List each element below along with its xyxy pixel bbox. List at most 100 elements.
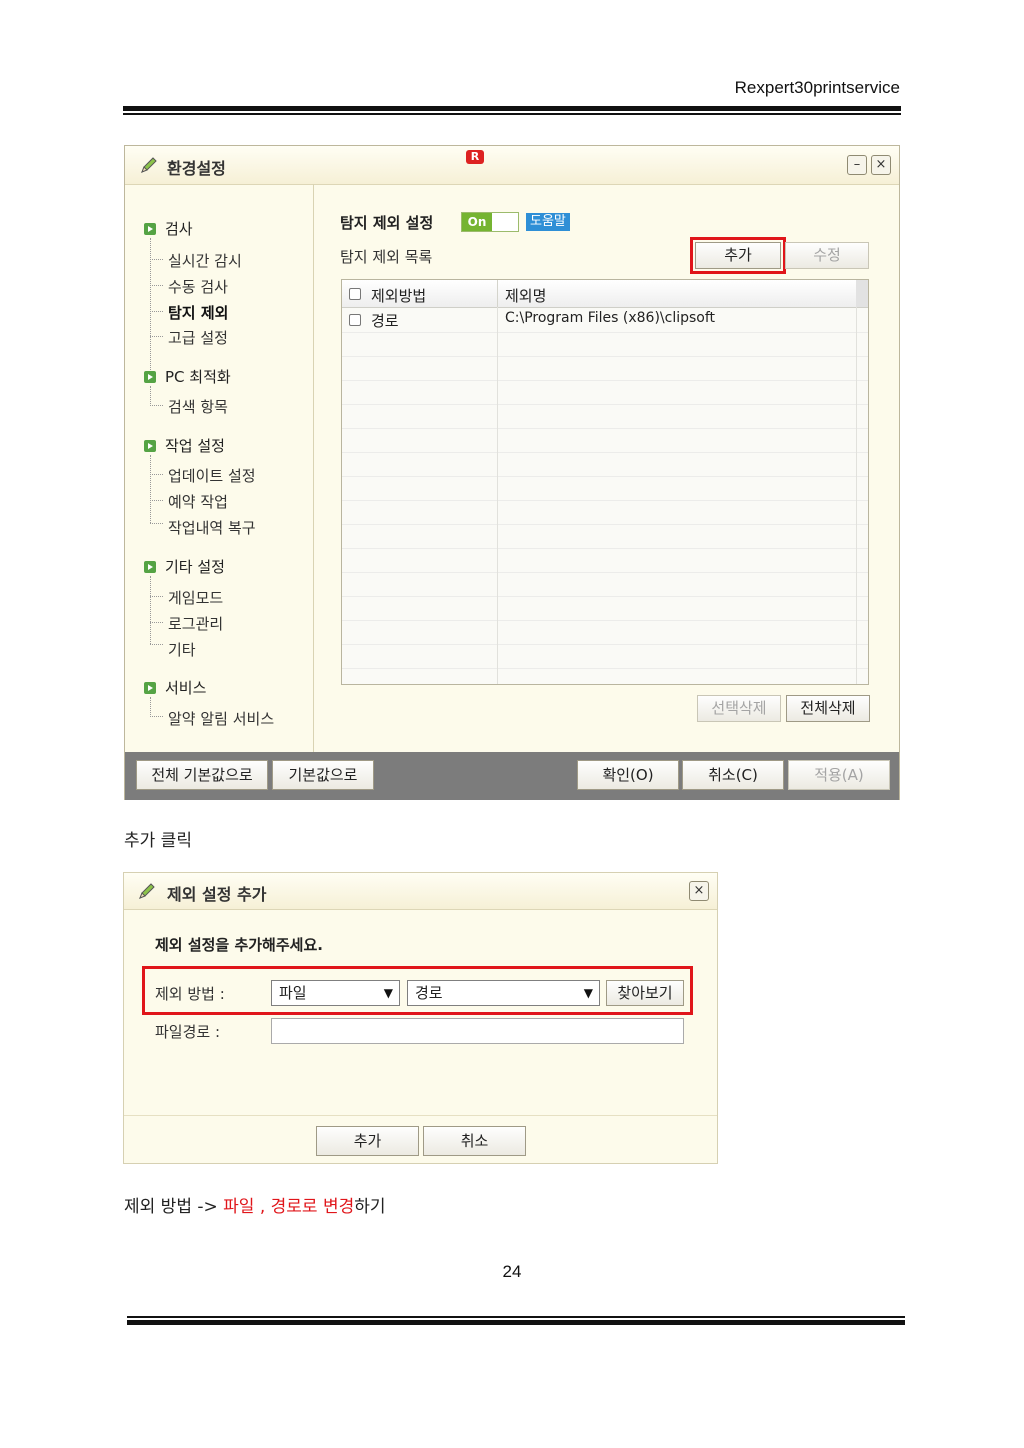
chevron-down-icon: ▼ [583, 986, 593, 1000]
tree-branch [150, 500, 163, 501]
sidebar-item-alert-service[interactable]: 알약 알림 서비스 [168, 708, 274, 729]
table-row-empty [342, 404, 868, 429]
table-row-empty [342, 596, 868, 621]
table-row-empty [342, 620, 868, 645]
exclusion-toggle[interactable]: On [461, 212, 519, 232]
column-divider [856, 307, 857, 684]
column-divider [497, 307, 498, 684]
help-button[interactable]: 도움말 [526, 213, 570, 231]
column-header-method[interactable]: 제외방법 [371, 285, 426, 306]
method-select[interactable]: 파일 ▼ [271, 980, 400, 1006]
sidebar-item-realtime[interactable]: 실시간 감시 [168, 250, 242, 271]
expand-icon[interactable] [144, 561, 156, 573]
footer-rule-thin [127, 1316, 905, 1318]
dialog-cancel-button[interactable]: 취소 [423, 1126, 526, 1156]
exclusion-table: 제외방법 제외명 경로 C:\Program Files (x86)\clips… [341, 279, 869, 685]
tree-branch [150, 622, 163, 623]
sidebar-item-log[interactable]: 로그관리 [168, 613, 223, 634]
caption-click-add: 추가 클릭 [124, 831, 192, 851]
table-row-empty [342, 524, 868, 549]
exclusion-list-label: 탐지 제외 목록 [340, 248, 433, 266]
column-header-name[interactable]: 제외명 [505, 285, 546, 306]
sidebar-item-game-mode[interactable]: 게임모드 [168, 587, 223, 608]
table-header: 제외방법 제외명 [342, 280, 868, 308]
tree-branch [150, 405, 163, 406]
caption-change-method: 제외 방법 -> 파일 , 경로로 변경하기 [124, 1192, 386, 1217]
tree-branch [150, 716, 163, 717]
table-row-empty [342, 428, 868, 453]
type-select-value: 경로 [415, 984, 443, 1002]
dialog-instruction: 제외 설정을 추가해주세요. [155, 936, 323, 954]
method-label: 제외 방법 : [155, 985, 225, 1003]
pencil-icon [139, 883, 155, 899]
sidebar-item-search-items[interactable]: 검색 항목 [168, 396, 228, 417]
table-row-empty [342, 644, 868, 669]
tree-branch [150, 596, 163, 597]
tree-branch [150, 474, 163, 475]
add-exclusion-button[interactable]: 추가 [695, 242, 781, 269]
sidebar-item-restore[interactable]: 작업내역 복구 [168, 517, 256, 538]
sidebar-group-scan[interactable]: 검사 [165, 218, 193, 239]
caption-prefix: 제외 방법 -> [124, 1197, 224, 1217]
apply-button[interactable]: 적용(A) [788, 760, 890, 790]
table-row[interactable]: 경로 C:\Program Files (x86)\clipsoft [342, 308, 868, 333]
sidebar-item-manual-scan[interactable]: 수동 검사 [168, 276, 228, 297]
cancel-button[interactable]: 취소(C) [682, 760, 784, 790]
row-name-cell: C:\Program Files (x86)\clipsoft [505, 310, 716, 326]
select-all-checkbox[interactable] [349, 288, 361, 300]
tree-branch [150, 336, 163, 337]
delete-all-button[interactable]: 전체삭제 [786, 695, 870, 722]
sidebar-group-service[interactable]: 서비스 [165, 677, 206, 698]
dialog-title: 제외 설정 추가 [167, 885, 267, 904]
ok-button[interactable]: 확인(O) [577, 760, 679, 790]
sidebar-group-optimize[interactable]: PC 최적화 [165, 366, 231, 387]
tree-branch [150, 523, 163, 524]
exclusion-section-title: 탐지 제외 설정 [340, 214, 434, 232]
tree-branch [150, 259, 163, 260]
type-select[interactable]: 경로 ▼ [407, 980, 600, 1006]
settings-window-title: 환경설정 [167, 159, 226, 178]
sidebar-item-advanced[interactable]: 고급 설정 [168, 327, 228, 348]
expand-icon[interactable] [144, 440, 156, 452]
expand-icon[interactable] [144, 371, 156, 383]
dialog-add-button[interactable]: 추가 [316, 1126, 419, 1156]
close-button[interactable]: × [871, 155, 891, 175]
tree-line [150, 386, 151, 406]
expand-icon[interactable] [144, 223, 156, 235]
sidebar-item-update[interactable]: 업데이트 설정 [168, 465, 256, 486]
settings-sidebar: 검사 실시간 감시 수동 검사 탐지 제외 고급 설정 PC 최적화 검색 항목… [125, 184, 314, 752]
sidebar-item-etc[interactable]: 기타 [168, 639, 196, 660]
sidebar-group-tasks[interactable]: 작업 설정 [165, 435, 225, 456]
browse-button[interactable]: 찾아보기 [606, 980, 684, 1006]
delete-selected-button[interactable]: 선택삭제 [697, 695, 781, 722]
sidebar-group-misc[interactable]: 기타 설정 [165, 556, 225, 577]
chevron-down-icon: ▼ [383, 986, 393, 1000]
edit-exclusion-button[interactable]: 수정 [785, 242, 869, 269]
app-logo-icon: R [466, 150, 484, 164]
settings-window: 환경설정 R – × 검사 실시간 감시 수동 검사 탐지 제외 고급 설정 P… [124, 145, 900, 800]
sidebar-item-exclusion[interactable]: 탐지 제외 [168, 302, 228, 323]
path-label: 파일경로 : [155, 1023, 221, 1041]
minimize-button[interactable]: – [847, 155, 867, 175]
row-method-cell: 경로 [371, 312, 399, 330]
tree-branch [150, 644, 163, 645]
sidebar-item-scheduled[interactable]: 예약 작업 [168, 491, 228, 512]
dialog-close-button[interactable]: × [689, 881, 709, 901]
file-path-input[interactable] [271, 1018, 684, 1044]
settings-window-titlebar: 환경설정 R – × [125, 146, 899, 185]
table-row-empty [342, 548, 868, 573]
pencil-icon [141, 157, 157, 173]
toggle-on-label: On [462, 213, 492, 231]
table-row-empty [342, 380, 868, 405]
add-exclusion-dialog: 제외 설정 추가 × 제외 설정을 추가해주세요. 제외 방법 : 파일 ▼ 경… [123, 872, 718, 1164]
reset-button[interactable]: 기본값으로 [272, 760, 374, 790]
table-row-empty [342, 332, 868, 357]
expand-icon[interactable] [144, 682, 156, 694]
settings-footer: 전체 기본값으로 기본값으로 확인(O) 취소(C) 적용(A) [125, 752, 899, 800]
tree-branch [150, 311, 163, 312]
row-checkbox[interactable] [349, 314, 361, 326]
reset-all-button[interactable]: 전체 기본값으로 [136, 760, 268, 790]
table-row-empty [342, 452, 868, 477]
tree-line [150, 697, 151, 717]
footer-rule-thick [127, 1320, 905, 1325]
